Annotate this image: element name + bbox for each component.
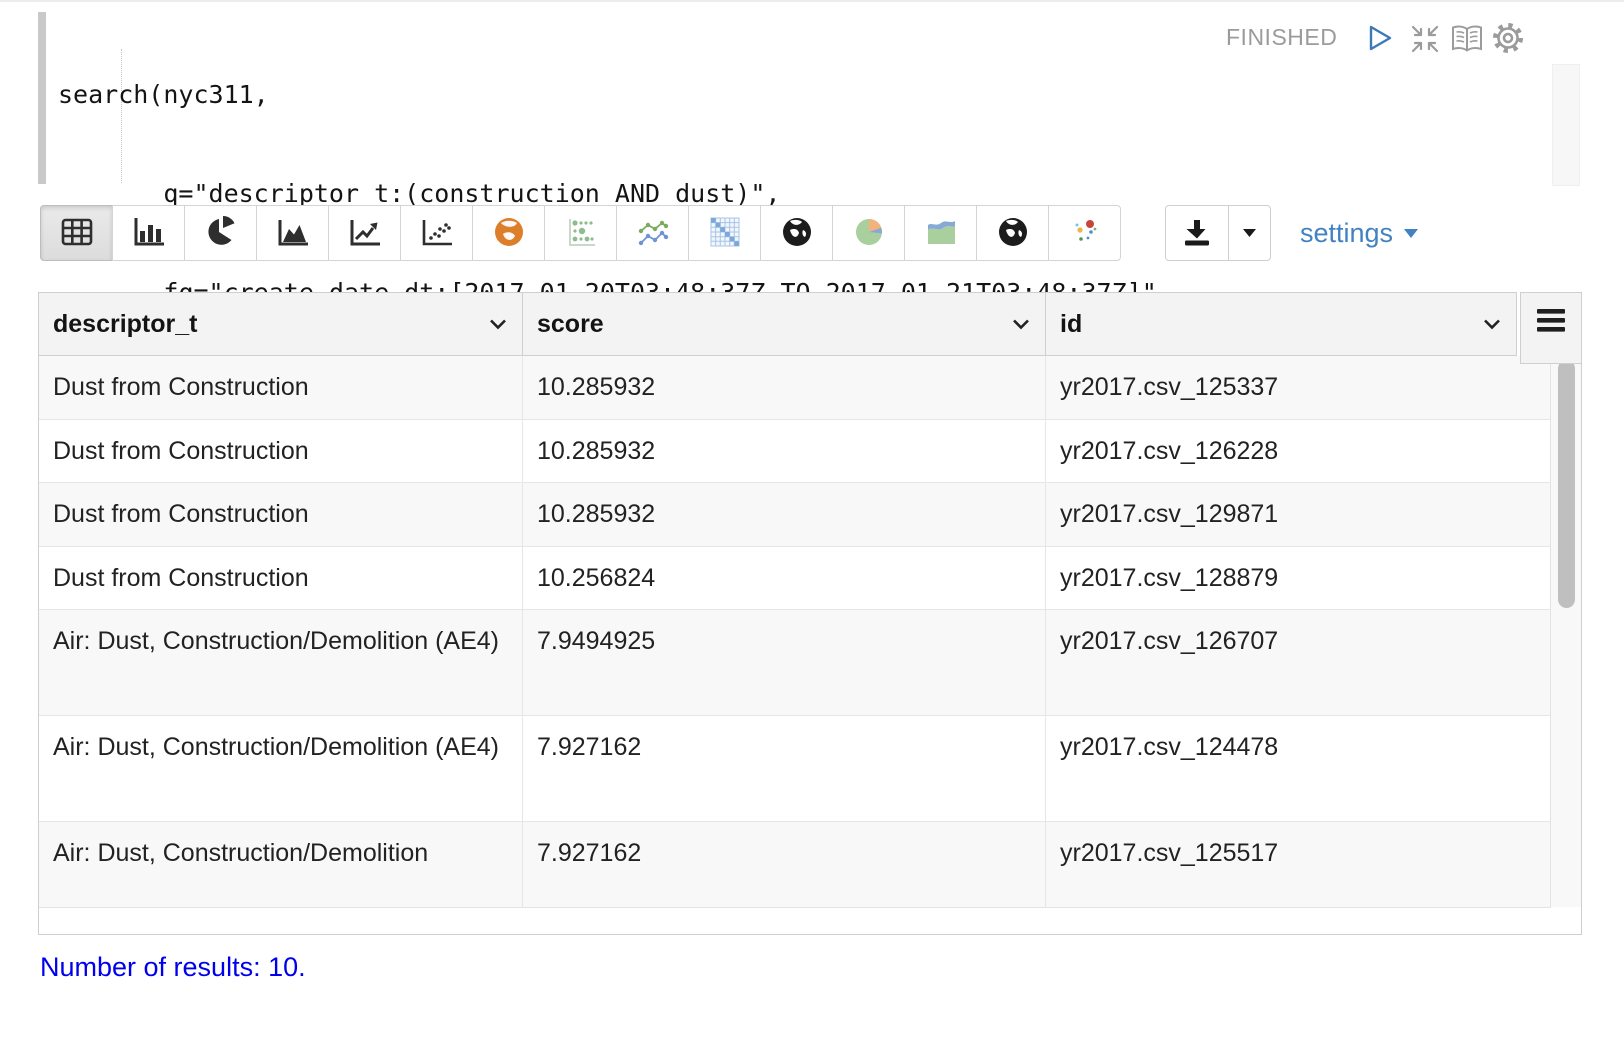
table-row: Dust from Construction 10.285932 yr2017.… [39, 356, 1550, 420]
table-row: Air: Dust, Construction/Demolition (AE4)… [39, 716, 1550, 822]
cell-score: 7.927162 [523, 822, 1046, 908]
table-row: Air: Dust, Construction/Demolition (AE4)… [39, 610, 1550, 716]
table-rows: Dust from Construction 10.285932 yr2017.… [39, 356, 1551, 908]
chevron-down-icon[interactable] [1483, 319, 1501, 330]
editor-scrollbar[interactable] [1552, 64, 1580, 186]
vertical-scrollbar-thumb[interactable] [1558, 360, 1575, 608]
zeppelin-paragraph: search(nyc311, q="descriptor_t:(construc… [0, 0, 1624, 1052]
heatmap-grid-icon [709, 216, 741, 251]
play-icon[interactable] [1368, 24, 1394, 52]
globe-orange-icon [493, 216, 525, 251]
table-icon [60, 217, 94, 250]
book-icon[interactable] [1450, 24, 1484, 54]
caret-down-icon [1242, 226, 1257, 241]
viz-button-globe-orange[interactable] [472, 205, 545, 261]
column-label: id [1060, 310, 1082, 339]
column-header-score[interactable]: score [523, 293, 1046, 355]
editor-gutter [38, 12, 46, 184]
compress-icon[interactable] [1410, 24, 1440, 54]
multi-line-chart-icon [636, 216, 670, 251]
settings-toggle[interactable]: settings [1300, 216, 1419, 250]
grid-menu-button[interactable] [1520, 292, 1582, 364]
viz-button-bubble-matrix[interactable] [544, 205, 617, 261]
viz-button-heatmap-grid[interactable] [688, 205, 761, 261]
viz-button-area-chart[interactable] [256, 205, 329, 261]
download-options-button[interactable] [1228, 205, 1271, 261]
cell-id: yr2017.csv_126228 [1046, 420, 1550, 482]
settings-label: settings [1300, 218, 1393, 249]
cell-score: 10.285932 [523, 483, 1046, 546]
column-label: score [537, 310, 604, 339]
cell-id: yr2017.csv_126707 [1046, 610, 1550, 715]
viz-button-scatter-colored[interactable] [1048, 205, 1121, 261]
globe-dark-icon [781, 216, 813, 251]
cell-id: yr2017.csv_129871 [1046, 483, 1550, 546]
column-header-id[interactable]: id [1046, 293, 1516, 355]
table-row: Air: Dust, Construction/Demolition 7.927… [39, 822, 1550, 908]
cell-descriptor_t: Dust from Construction [39, 483, 523, 546]
vertical-scrollbar-track[interactable] [1551, 356, 1581, 907]
cell-score: 7.9494925 [523, 610, 1046, 715]
results-count-text: Number of results: 10. [40, 952, 306, 983]
table-body: Dust from Construction 10.285932 yr2017.… [38, 356, 1582, 935]
table-row: Dust from Construction 10.285932 yr2017.… [39, 483, 1550, 547]
cell-descriptor_t: Dust from Construction [39, 547, 523, 609]
scatter-chart-icon [420, 216, 454, 251]
viz-button-pie-colored[interactable] [832, 205, 905, 261]
line-chart-icon [348, 216, 382, 251]
table-header: descriptor_t score id [38, 292, 1517, 356]
viz-button-multi-line-chart[interactable] [616, 205, 689, 261]
cell-id: yr2017.csv_124478 [1046, 716, 1550, 821]
cell-descriptor_t: Air: Dust, Construction/Demolition [39, 822, 523, 908]
caret-down-icon [1403, 228, 1419, 239]
top-divider [0, 0, 1624, 2]
viz-button-globe-dark-2[interactable] [976, 205, 1049, 261]
gear-icon[interactable] [1492, 22, 1524, 54]
viz-button-table[interactable] [40, 205, 113, 261]
cell-score: 10.256824 [523, 547, 1046, 609]
table-row: Dust from Construction 10.285932 yr2017.… [39, 420, 1550, 483]
cell-score: 7.927162 [523, 716, 1046, 821]
viz-button-line-chart[interactable] [328, 205, 401, 261]
download-group [1165, 205, 1271, 261]
column-label: descriptor_t [53, 310, 197, 339]
viz-button-area-colored[interactable] [904, 205, 977, 261]
viz-button-bar-chart[interactable] [112, 205, 185, 261]
viz-button-scatter-chart[interactable] [400, 205, 473, 261]
globe-dark-icon [997, 216, 1029, 251]
pie-chart-icon [204, 216, 238, 251]
bubble-matrix-icon [564, 216, 598, 251]
viz-toolbar [40, 205, 1121, 261]
scatter-colored-icon [1069, 216, 1101, 251]
table-row: Dust from Construction 10.256824 yr2017.… [39, 547, 1550, 610]
cell-score: 10.285932 [523, 420, 1046, 482]
chevron-down-icon[interactable] [1012, 319, 1030, 330]
area-colored-icon [924, 216, 958, 251]
column-header-descriptor_t[interactable]: descriptor_t [39, 293, 523, 355]
area-chart-icon [276, 216, 310, 251]
cell-score: 10.285932 [523, 356, 1046, 419]
download-button[interactable] [1165, 205, 1229, 261]
viz-button-pie-chart[interactable] [184, 205, 257, 261]
cell-id: yr2017.csv_125517 [1046, 822, 1550, 908]
hamburger-menu-icon [1537, 309, 1565, 337]
cell-id: yr2017.csv_128879 [1046, 547, 1550, 609]
bar-chart-icon [132, 216, 166, 251]
status-badge: FINISHED [1226, 24, 1337, 51]
cell-descriptor_t: Air: Dust, Construction/Demolition (AE4) [39, 716, 523, 821]
download-icon [1182, 217, 1212, 250]
cell-descriptor_t: Dust from Construction [39, 356, 523, 419]
chevron-down-icon[interactable] [489, 319, 507, 330]
horizontal-scrollbar-area[interactable] [39, 908, 1581, 934]
viz-button-globe-dark[interactable] [760, 205, 833, 261]
code-line: search(nyc311, [58, 78, 1172, 111]
cell-descriptor_t: Dust from Construction [39, 420, 523, 482]
pie-colored-icon [853, 216, 885, 251]
cell-descriptor_t: Air: Dust, Construction/Demolition (AE4) [39, 610, 523, 715]
cell-id: yr2017.csv_125337 [1046, 356, 1550, 419]
